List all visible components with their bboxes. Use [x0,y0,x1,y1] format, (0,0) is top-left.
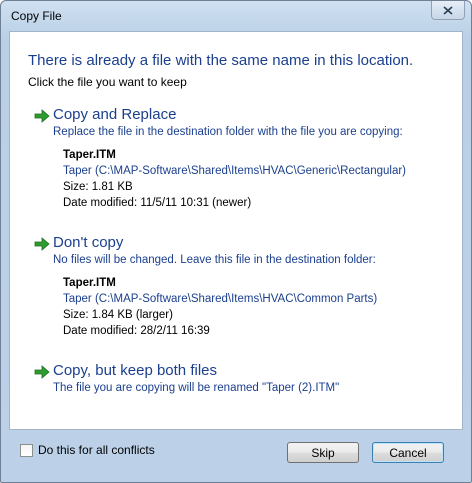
file-details: Taper.ITM Taper (C:\MAP-Software\Shared\… [63,275,453,339]
file-name: Taper.ITM [63,277,116,289]
file-date-modified: Date modified: 11/5/11 10:31 (newer) [63,197,252,209]
option-description: The file you are copying will be renamed… [53,382,340,394]
close-icon [443,5,453,15]
dialog-content: There is already a file with the same na… [9,31,463,430]
option-copy-and-replace[interactable]: Copy and Replace Replace the file in the… [30,106,450,216]
option-title: Don't copy [53,234,124,251]
option-title: Copy, but keep both files [53,362,217,379]
option-title: Copy and Replace [53,106,177,123]
option-dont-copy[interactable]: Don't copy No files will be changed. Lea… [30,234,450,344]
green-arrow-icon [34,109,50,123]
copy-file-dialog: Copy File There is already a file with t… [0,0,472,483]
file-path: Taper (C:\MAP-Software\Shared\Items\HVAC… [63,165,406,177]
green-arrow-icon [34,237,50,251]
option-description: Replace the file in the destination fold… [53,126,403,138]
green-arrow-icon [34,365,50,379]
conflict-heading: There is already a file with the same na… [28,52,414,69]
title-bar[interactable]: Copy File [1,1,471,31]
all-conflicts-label: Do this for all conflicts [38,443,155,457]
file-size: Size: 1.81 KB [63,181,133,193]
dialog-footer: Do this for all conflicts Skip Cancel [1,429,471,482]
all-conflicts-checkbox[interactable] [20,443,33,457]
conflict-instruction: Click the file you want to keep [28,75,187,89]
file-date-modified: Date modified: 28/2/11 16:39 [63,325,210,337]
skip-button[interactable]: Skip [287,442,359,463]
file-name: Taper.ITM [63,149,116,161]
close-button[interactable] [431,1,465,20]
cancel-button[interactable]: Cancel [372,442,444,463]
file-size: Size: 1.84 KB (larger) [63,309,173,321]
all-conflicts-checkbox-row[interactable]: Do this for all conflicts [20,443,155,457]
option-description: No files will be changed. Leave this fil… [53,254,376,266]
file-path: Taper (C:\MAP-Software\Shared\Items\HVAC… [63,293,378,305]
window-title: Copy File [11,9,62,23]
file-details: Taper.ITM Taper (C:\MAP-Software\Shared\… [63,147,453,211]
option-keep-both[interactable]: Copy, but keep both files The file you a… [30,362,450,402]
